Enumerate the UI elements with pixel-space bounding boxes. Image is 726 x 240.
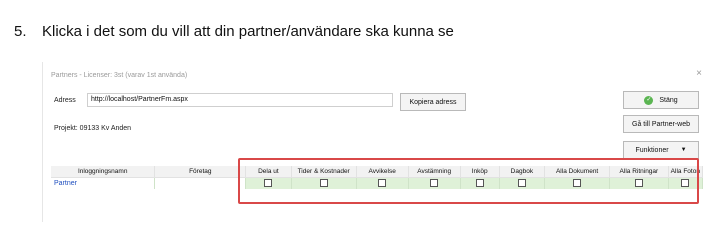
project-label: Projekt: 09133 Kv Anden [54,125,132,132]
column-header[interactable]: Dela ut [245,166,292,178]
partners-dialog: Partners - Licenser: 3st (varav 1st anvä… [42,62,712,222]
permission-checkbox[interactable] [319,179,328,188]
permission-checkbox[interactable] [634,179,643,188]
permission-checkbox[interactable] [430,179,439,188]
partner-web-button[interactable]: Gå till Partner-web [623,115,699,133]
instruction-number: 5. [14,23,27,40]
copy-address-button[interactable]: Kopiera adress [400,93,466,111]
permission-cell [499,177,546,189]
permission-checkbox[interactable] [681,179,690,188]
address-label: Adress [54,97,76,104]
column-header[interactable]: Inköp [460,166,500,178]
login-name-cell[interactable]: Partner [51,177,156,189]
column-header[interactable]: Tider & Kostnader [291,166,357,178]
dialog-title: Partners - Licenser: 3st (varav 1st anvä… [51,72,188,79]
permission-cell [544,177,611,189]
permission-checkbox[interactable] [264,179,273,188]
company-cell [154,177,247,189]
column-header[interactable]: Inloggningsnamn [51,166,156,178]
instruction-text: 5. Klicka i det som du vill att din partn… [14,23,454,40]
permission-cell [245,177,292,189]
column-header[interactable]: Dagbok [499,166,546,178]
table-header-row: Inloggningsnamn Företag Dela ut Tider & Kos… [51,166,704,178]
partner-table: Inloggningsnamn Företag Dela ut Tider & Kos… [51,166,704,189]
checkmark-icon: ✓ [644,95,654,105]
functions-dropdown[interactable]: Funktioner ▼ [623,141,699,159]
partner-web-label: Gå till Partner-web [632,120,690,128]
table-row[interactable]: Partner [51,177,704,189]
column-header[interactable]: Avstämning [408,166,461,178]
column-header[interactable]: Företag [154,166,247,178]
address-field[interactable]: http://localhost/PartnerFm.aspx [87,93,393,107]
column-header[interactable]: Alla Ritningar [609,166,669,178]
instruction-body: Klicka i det som du vill att din partner… [42,23,454,40]
permission-cell [291,177,357,189]
chevron-down-icon: ▼ [680,147,687,153]
copy-address-label: Kopiera adress [409,98,457,106]
close-icon[interactable]: × [696,68,702,79]
permission-cell [356,177,409,189]
permission-checkbox[interactable] [573,179,582,188]
close-button-label: Stäng [659,96,678,104]
close-button[interactable]: ✓ Stäng [623,91,699,109]
column-header[interactable]: Alla Dokument [544,166,611,178]
permission-cell [408,177,461,189]
permission-checkbox[interactable] [475,179,484,188]
permission-checkbox[interactable] [517,179,526,188]
permission-checkbox[interactable] [378,179,387,188]
permission-cell [460,177,500,189]
functions-label: Funktioner [635,146,669,154]
permission-cell [609,177,669,189]
column-header[interactable]: Alla Foton [668,166,704,178]
permission-cell [668,177,704,189]
column-header[interactable]: Avvikelse [356,166,409,178]
